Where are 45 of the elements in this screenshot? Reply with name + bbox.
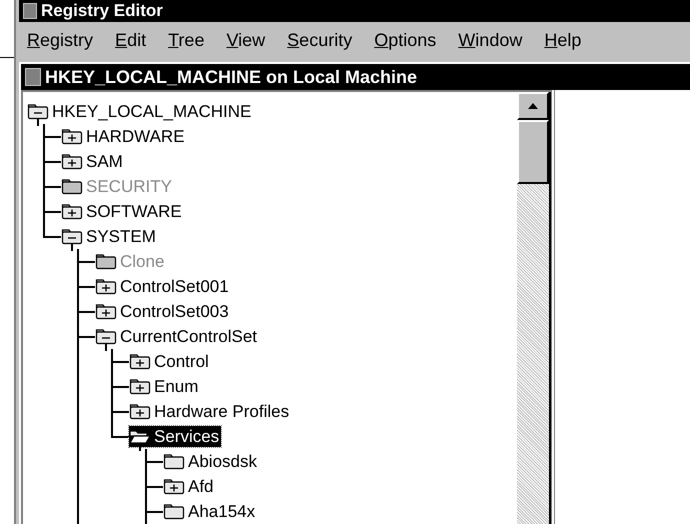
folder-plus-icon[interactable] [61, 153, 83, 170]
registry-key[interactable]: ControlSet003 [95, 301, 231, 322]
folder-plus-icon[interactable] [61, 203, 83, 220]
registry-key[interactable]: Services [129, 426, 222, 447]
menu-item[interactable]: Registry [27, 26, 94, 54]
folder-icon[interactable] [163, 503, 185, 520]
registry-key[interactable]: Aha154x [163, 501, 258, 522]
scroll-up-button[interactable] [517, 92, 549, 120]
folder-minus-icon[interactable] [61, 228, 83, 245]
registry-key[interactable]: CurrentControlSet [95, 326, 260, 347]
menu-item[interactable]: Edit [115, 26, 146, 54]
menu-item[interactable]: Help [544, 26, 582, 54]
folder-plus-icon[interactable] [129, 378, 151, 395]
window-title: Registry Editor [41, 0, 163, 21]
window-icon [25, 68, 41, 86]
folder-plus-icon[interactable] [129, 353, 151, 370]
folder-plus-icon[interactable] [163, 478, 185, 495]
registry-key[interactable]: SAM [61, 151, 125, 172]
scroll-thumb[interactable] [517, 120, 549, 184]
menu-item[interactable]: View [226, 26, 266, 54]
vertical-scrollbar[interactable] [517, 92, 551, 524]
folder-plus-icon[interactable] [61, 128, 83, 145]
child-window-title: HKEY_LOCAL_MACHINE on Local Machine [45, 66, 418, 88]
registry-key[interactable]: SOFTWARE [61, 201, 184, 222]
up-arrow-icon [528, 103, 538, 109]
folder-minus-icon[interactable] [27, 103, 49, 120]
registry-key[interactable]: HKEY_LOCAL_MACHINE [27, 101, 254, 122]
registry-key[interactable]: SYSTEM [61, 226, 158, 247]
folder-plus-icon[interactable] [129, 403, 151, 420]
menu-item[interactable]: Options [374, 26, 436, 54]
folder-minus-icon[interactable] [95, 328, 117, 345]
folder-plus-icon[interactable] [95, 278, 117, 295]
folder-icon[interactable] [163, 453, 185, 470]
folder-plus-icon[interactable] [95, 303, 117, 320]
menu-item[interactable]: Tree [168, 26, 204, 54]
app-icon [23, 2, 37, 19]
registry-key[interactable]: Control [129, 351, 211, 372]
menu-item[interactable]: Window [458, 26, 522, 54]
registry-key[interactable]: Hardware Profiles [129, 401, 292, 422]
registry-key[interactable]: Afd [163, 476, 216, 497]
registry-key[interactable]: Abiosdsk [163, 451, 259, 472]
registry-key[interactable]: Enum [129, 376, 200, 397]
menu-item[interactable]: Security [287, 26, 352, 54]
registry-key[interactable]: HARDWARE [61, 126, 187, 147]
registry-key[interactable]: ControlSet001 [95, 276, 231, 297]
